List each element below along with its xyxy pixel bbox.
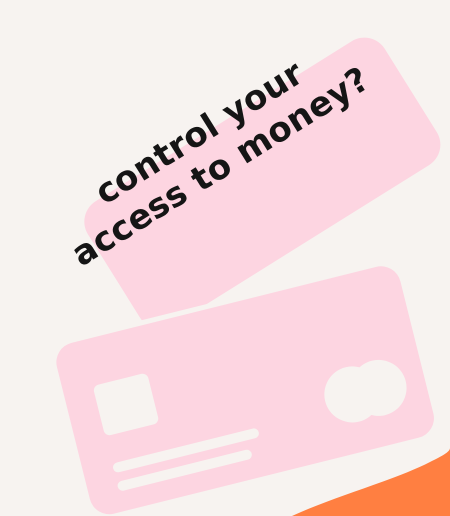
- promo-graphic: control your access to money?: [0, 0, 450, 516]
- front-card-icon: [48, 260, 443, 516]
